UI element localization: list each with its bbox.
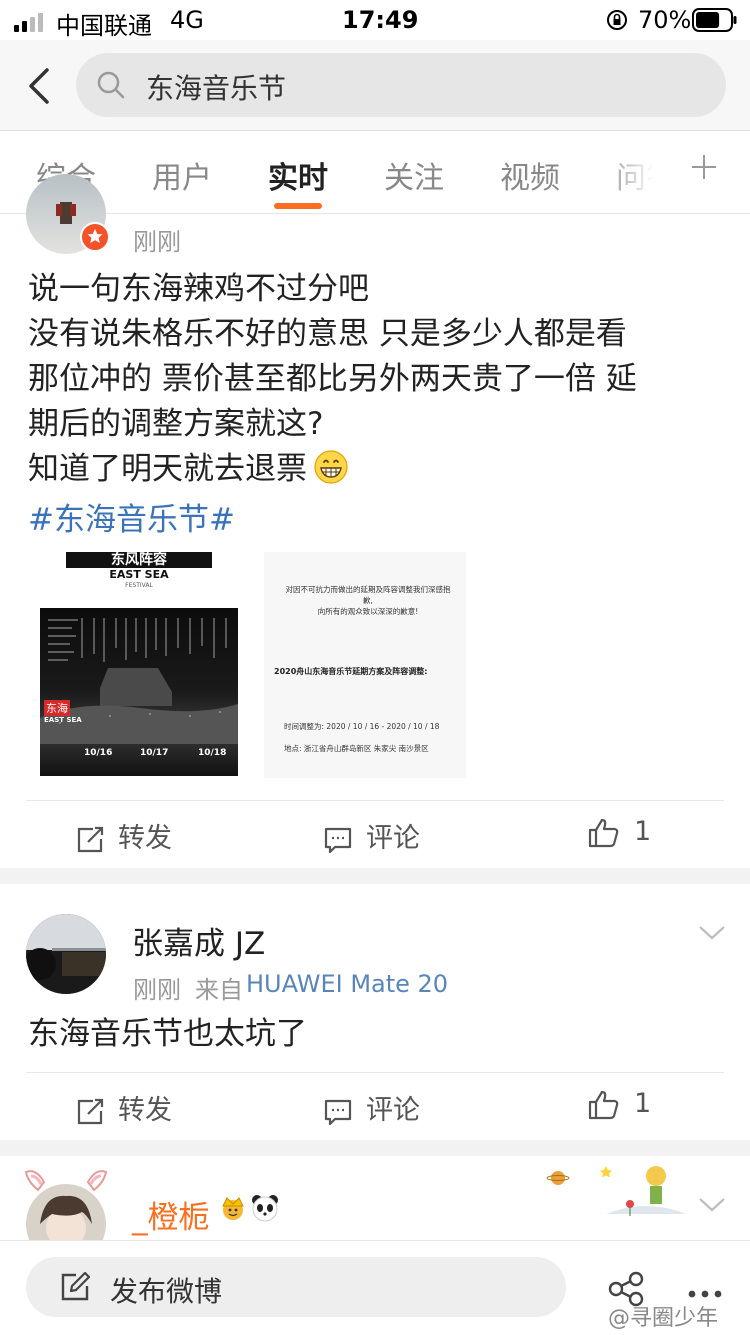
post-card: 刚刚 说一句东海辣鸡不过分吧 没有说朱格乐不好的意思 只是多少人都是看 那位冲的… (0, 174, 750, 868)
post-time: 刚刚 (133, 976, 181, 1004)
post-line: 那位冲的 票价甚至都比另外两天贵了一倍 延 (28, 361, 637, 397)
username[interactable]: 张嘉成 JZ (132, 918, 265, 963)
post-card: _橙栀 (0, 1156, 750, 1240)
notice-line: 时间调整为: 2020 / 10 / 16 - 2020 / 10 / 18 (284, 722, 440, 731)
chevron-down-icon[interactable] (698, 1196, 726, 1218)
post-line: 知道了明天就去退票 (28, 447, 637, 498)
poster-badge-cn: 东海 (44, 700, 70, 716)
edit-icon (60, 1271, 91, 1306)
comment-button[interactable]: 评论 (324, 816, 420, 855)
little-prince-decoration-icon (546, 1158, 692, 1226)
source-device[interactable]: HUAWEI Mate 20 (246, 970, 448, 998)
repost-label: 转发 (118, 823, 172, 854)
search-query-text: 东海音乐节 (146, 72, 287, 105)
repost-button[interactable]: 转发 (76, 816, 172, 855)
divider (26, 1072, 724, 1073)
post-body: 东海音乐节也太坑了 (28, 1016, 307, 1052)
network-label: 4G (170, 6, 204, 34)
battery-icon (692, 8, 738, 36)
comment-label: 评论 (366, 823, 420, 854)
repost-label: 转发 (118, 1095, 172, 1126)
search-header: 东海音乐节 (0, 40, 750, 130)
compose-post-button[interactable]: 发布微博 (26, 1257, 566, 1317)
poster-subbrand: FESTIVAL (125, 582, 153, 589)
thumbs-up-icon (588, 818, 619, 847)
post-body: 说一句东海辣鸡不过分吧 没有说朱格乐不好的意思 只是多少人都是看 那位冲的 票价… (28, 267, 637, 543)
post-image-notice[interactable]: 对因不可抗力而做出的延期及阵容调整我们深感抱 歉, 向所有的观众致以深深的歉意!… (264, 552, 466, 778)
poster-date: 10/17 (140, 748, 169, 758)
thumbs-up-icon (588, 1090, 619, 1119)
back-button[interactable] (22, 64, 62, 108)
poster-badge-en: EAST SEA (44, 716, 82, 724)
like-count: 1 (634, 816, 652, 847)
post-image-lineup-poster[interactable]: 东风阵容 EAST SEA FESTIVAL 东海 EAST SEA 10/16… (38, 552, 240, 778)
post-line: 没有说朱格乐不好的意思 只是多少人都是看 (28, 316, 627, 352)
clock: 17:49 (342, 6, 419, 34)
add-tab-icon[interactable] (690, 145, 718, 191)
repost-icon (77, 826, 104, 852)
verified-badge-icon (80, 222, 110, 252)
search-input[interactable]: 东海音乐节 (76, 53, 726, 117)
notice-detail: 时间调整为: 2020 / 10 / 16 - 2020 / 10 / 18 地… (284, 716, 464, 760)
rotation-lock-icon (606, 9, 628, 35)
panda-emoji (250, 1194, 280, 1226)
status-bar: 中国联通 4G 17:49 70% (0, 0, 750, 40)
post-line-text: 知道了明天就去退票 (28, 451, 307, 487)
notice-line: 歉, (363, 596, 373, 605)
repost-button[interactable]: 转发 (76, 1088, 172, 1127)
grinning-face-emoji (313, 449, 349, 498)
divider (26, 800, 724, 801)
like-button[interactable]: 1 (588, 1088, 651, 1121)
like-count: 1 (634, 1088, 652, 1119)
comment-label: 评论 (366, 1095, 420, 1126)
topic-link[interactable]: #东海音乐节# (28, 498, 637, 543)
notice-line: 对因不可抗力而做出的延期及阵容调整我们深感抱 (285, 585, 451, 594)
search-icon (96, 70, 126, 104)
poster-title: 东风阵容 (66, 552, 212, 568)
tab-realtime[interactable]: 实时 (268, 153, 328, 197)
chevron-down-icon[interactable] (698, 924, 726, 946)
notice-text: 对因不可抗力而做出的延期及阵容调整我们深感抱 歉, 向所有的观众致以深深的歉意! (278, 584, 458, 617)
poster-brand: EAST SEA (109, 568, 169, 581)
tab-overflow-fade (600, 131, 682, 211)
battery-percent: 70% (638, 6, 692, 34)
notice-line: 向所有的观众致以深深的歉意! (317, 607, 419, 616)
poster-date: 10/16 (84, 748, 113, 758)
signal-icon (14, 12, 48, 32)
avatar[interactable] (26, 914, 106, 994)
username[interactable]: _橙栀 (132, 1192, 210, 1237)
comment-icon (324, 827, 352, 853)
crown-emoji (218, 1194, 248, 1226)
tab-following[interactable]: 关注 (384, 153, 444, 197)
like-button[interactable]: 1 (588, 816, 651, 849)
tab-users[interactable]: 用户 (152, 153, 212, 197)
post-time: 刚刚 (133, 228, 181, 256)
tab-bar: 综合 用户 实时 关注 视频 问答 (0, 130, 750, 214)
post-line: 说一句东海辣鸡不过分吧 (28, 271, 369, 307)
active-tab-indicator (274, 203, 322, 209)
comment-button[interactable]: 评论 (324, 1088, 420, 1127)
notice-line: 地点: 浙江省舟山群岛新区 朱家尖 南沙景区 (284, 744, 429, 753)
post-line: 期后的调整方案就这? (28, 406, 324, 442)
compose-label: 发布微博 (110, 1275, 223, 1308)
source-prefix: 来自 (195, 976, 243, 1004)
notice-heading: 2020舟山东海音乐节延期方案及阵容调整: (274, 667, 428, 676)
tab-video[interactable]: 视频 (500, 153, 560, 197)
carrier-label: 中国联通 (56, 12, 152, 40)
poster-date: 10/18 (198, 748, 227, 758)
repost-icon (77, 1098, 104, 1124)
comment-icon (324, 1099, 352, 1125)
watermark: @寻圈少年 (608, 1306, 719, 1331)
post-card: 张嘉成 JZ 刚刚 来自 HUAWEI Mate 20 东海音乐节也太坑了 转发… (0, 884, 750, 1140)
